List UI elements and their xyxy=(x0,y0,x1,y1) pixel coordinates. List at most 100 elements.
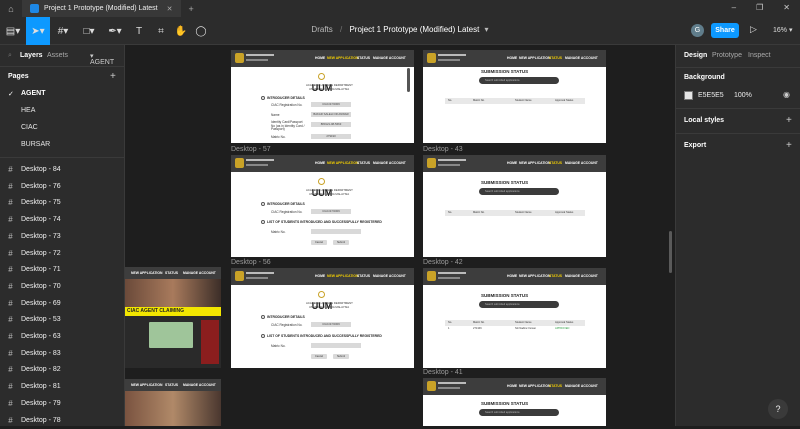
file-tab[interactable]: Project 1 Prototype (Modified) Latest ✕ xyxy=(22,0,181,17)
nav-new-application[interactable]: NEW APPLICATION xyxy=(519,56,550,60)
nav-status[interactable]: STATUS xyxy=(165,383,178,387)
frame-label-desktop-56[interactable]: Desktop - 56 xyxy=(231,259,271,266)
nav-status[interactable]: STATUS xyxy=(549,56,562,60)
chevron-down-icon[interactable]: ▾ xyxy=(485,25,489,34)
cancel-button[interactable]: Cancel xyxy=(311,240,327,245)
add-export-icon[interactable]: + xyxy=(786,140,792,151)
tab-design[interactable]: Design xyxy=(684,52,707,59)
layer-item[interactable]: # Desktop - 84 xyxy=(0,161,125,178)
nav-status[interactable]: STATUS xyxy=(549,384,562,388)
file-name[interactable]: Project 1 Prototype (Modified) Latest xyxy=(349,25,479,34)
layer-item[interactable]: # Desktop - 63 xyxy=(0,328,125,345)
nav-status[interactable]: STATUS xyxy=(357,161,370,165)
background-hex-value[interactable]: E5E5E5 xyxy=(698,92,724,99)
eye-icon[interactable]: ◉ xyxy=(783,90,790,99)
field-ciac-reg[interactable]: CIAC/27/2006 xyxy=(311,209,351,214)
nav-home[interactable]: HOME xyxy=(315,161,325,165)
close-window-icon[interactable]: ✕ xyxy=(783,3,790,12)
frame-scrollbar[interactable] xyxy=(407,68,410,92)
frame-desktop-57[interactable]: HOME NEW APPLICATION STATUS MANAGE ACCOU… xyxy=(231,155,414,257)
share-button[interactable]: Share xyxy=(711,23,739,38)
frame-desktop-43[interactable]: HOME NEW APPLICATION STATUS MANAGE ACCOU… xyxy=(423,155,606,257)
nav-new-application[interactable]: NEW APPLICATION xyxy=(519,384,550,388)
home-icon[interactable]: ⌂ xyxy=(0,0,22,17)
layer-item[interactable]: # Desktop - 53 xyxy=(0,311,125,328)
nav-home[interactable]: HOME xyxy=(507,274,517,278)
nav-home[interactable]: HOME xyxy=(315,56,325,60)
restore-icon[interactable]: ❐ xyxy=(756,3,763,12)
layer-item[interactable]: # Desktop - 71 xyxy=(0,261,125,278)
tab-assets[interactable]: Assets xyxy=(47,52,68,59)
status-search-input[interactable]: Search submitted applications xyxy=(479,188,559,195)
nav-status[interactable]: STATUS xyxy=(549,161,562,165)
nav-status[interactable]: STATUS xyxy=(357,274,370,278)
page-item-bursar[interactable]: BURSAR xyxy=(21,141,50,148)
table-row[interactable]: 1 271346 Siti Nadira Osman APPROVED xyxy=(445,326,585,332)
layer-item[interactable]: # Desktop - 70 xyxy=(0,278,125,295)
tab-prototype[interactable]: Prototype xyxy=(712,52,742,59)
tab-layers[interactable]: Layers xyxy=(20,52,43,59)
page-item-agent[interactable]: AGENT xyxy=(21,90,46,97)
layer-item[interactable]: # Desktop - 76 xyxy=(0,178,125,195)
frame-label-desktop-41[interactable]: Desktop - 41 xyxy=(423,369,463,376)
frame-left-bottom[interactable]: NEW APPLICATION STATUS MANAGE ACCOUNT xyxy=(125,379,221,426)
nav-new-application[interactable]: NEW APPLICATION xyxy=(327,161,358,165)
frame-label-desktop-42[interactable]: Desktop - 42 xyxy=(423,259,463,266)
layer-item[interactable]: # Desktop - 83 xyxy=(0,345,125,362)
nav-manage-account[interactable]: MANAGE ACCOUNT xyxy=(565,161,598,165)
nav-new-application[interactable]: NEW APPLICATION xyxy=(131,383,162,387)
nav-home[interactable]: HOME xyxy=(315,274,325,278)
minimize-icon[interactable]: – xyxy=(732,3,736,12)
field-matric-no[interactable] xyxy=(311,229,361,234)
zoom-level[interactable]: 16% ▾ xyxy=(773,26,792,34)
breadcrumb-drafts[interactable]: Drafts xyxy=(311,25,332,34)
nav-home[interactable]: HOME xyxy=(507,161,517,165)
close-tab-icon[interactable]: ✕ xyxy=(167,5,173,13)
help-button[interactable]: ? xyxy=(768,399,788,419)
field-name[interactable]: BAKAR SALEH OR ANWAR xyxy=(311,112,351,117)
layer-item[interactable]: # Desktop - 75 xyxy=(0,194,125,211)
nav-manage-account[interactable]: MANAGE ACCOUNT xyxy=(565,56,598,60)
layer-item[interactable]: # Desktop - 82 xyxy=(0,361,125,378)
layer-item[interactable]: # Desktop - 74 xyxy=(0,211,125,228)
add-page-icon[interactable]: + xyxy=(110,71,116,82)
canvas-scrollbar[interactable] xyxy=(669,231,672,273)
present-play-icon[interactable]: ▷ xyxy=(750,24,757,35)
frame-label-desktop-43[interactable]: Desktop - 43 xyxy=(423,146,463,153)
nav-manage-account[interactable]: MANAGE ACCOUNT xyxy=(183,271,216,275)
nav-new-application[interactable]: NEW APPLICATION xyxy=(519,274,550,278)
nav-manage-account[interactable]: MANAGE ACCOUNT xyxy=(373,161,406,165)
frame-label-desktop-57[interactable]: Desktop - 57 xyxy=(231,146,271,153)
submit-button[interactable]: Submit xyxy=(333,354,349,359)
nav-manage-account[interactable]: MANAGE ACCOUNT xyxy=(565,274,598,278)
layer-item[interactable]: # Desktop - 72 xyxy=(0,245,125,262)
frame-agent-form-top[interactable]: HOME NEW APPLICATION STATUS MANAGE ACCOU… xyxy=(231,50,414,143)
avatar[interactable]: G xyxy=(691,24,704,37)
new-tab-button[interactable]: + xyxy=(189,4,194,14)
nav-home[interactable]: HOME xyxy=(507,56,517,60)
nav-status[interactable]: STATUS xyxy=(549,274,562,278)
cancel-button[interactable]: Cancel xyxy=(311,354,327,359)
layer-item[interactable]: # Desktop - 79 xyxy=(0,395,125,412)
page-selector[interactable]: AGENT ▾ xyxy=(90,52,114,66)
nav-new-application[interactable]: NEW APPLICATION xyxy=(519,161,550,165)
field-matric[interactable]: 279190 xyxy=(311,134,351,139)
layer-item[interactable]: # Desktop - 73 xyxy=(0,228,125,245)
background-opacity[interactable]: 100% xyxy=(734,92,752,99)
status-search-input[interactable]: Search submitted applications xyxy=(479,301,559,308)
frame-desktop-42[interactable]: HOME NEW APPLICATION STATUS MANAGE ACCOU… xyxy=(423,268,606,368)
nav-new-application[interactable]: NEW APPLICATION xyxy=(327,56,358,60)
page-item-ciac[interactable]: CIAC xyxy=(21,124,38,131)
frame-ciac-claiming[interactable]: NEW APPLICATION STATUS MANAGE ACCOUNT CI… xyxy=(125,267,221,368)
status-search-input[interactable]: Search submitted applications xyxy=(479,77,559,84)
nav-manage-account[interactable]: MANAGE ACCOUNT xyxy=(373,274,406,278)
tab-inspect[interactable]: Inspect xyxy=(748,52,771,59)
nav-new-application[interactable]: NEW APPLICATION xyxy=(131,271,162,275)
frame-status-top[interactable]: HOME NEW APPLICATION STATUS MANAGE ACCOU… xyxy=(423,50,606,143)
nav-manage-account[interactable]: MANAGE ACCOUNT xyxy=(373,56,406,60)
status-search-input[interactable]: Search submitted applications xyxy=(479,409,559,416)
field-ciac-reg[interactable]: CIAC/27/2006 xyxy=(311,102,351,107)
nav-status[interactable]: STATUS xyxy=(165,271,178,275)
nav-manage-account[interactable]: MANAGE ACCOUNT xyxy=(183,383,216,387)
page-item-hea[interactable]: HEA xyxy=(21,107,35,114)
